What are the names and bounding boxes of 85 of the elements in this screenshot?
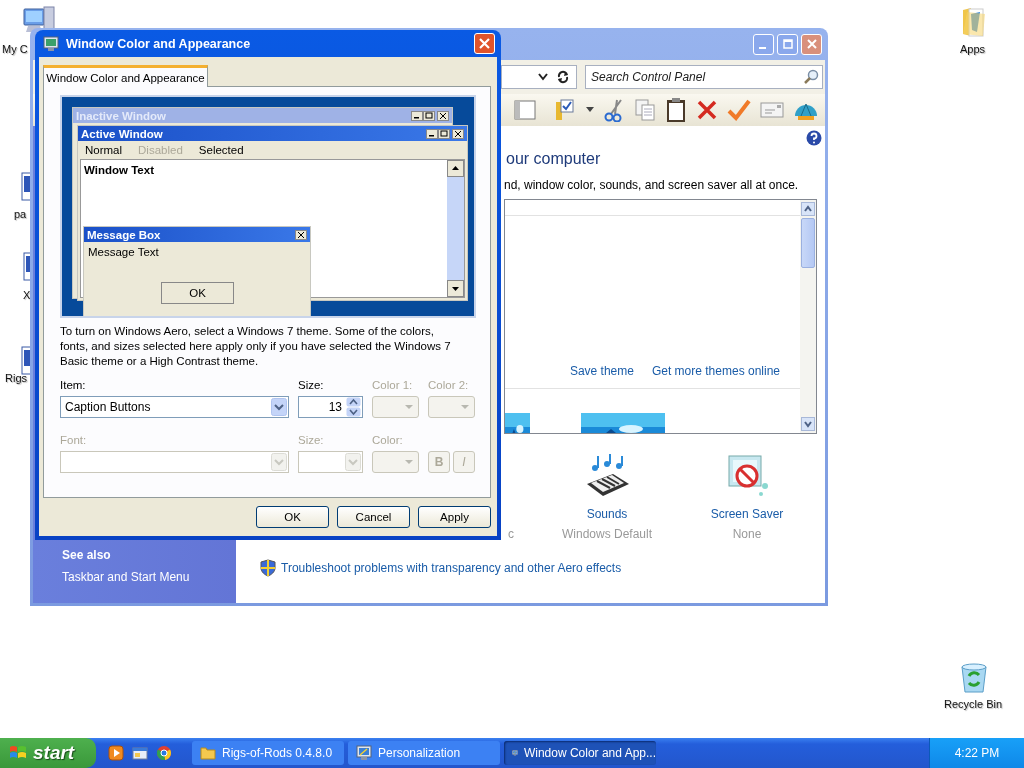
- scrollbar[interactable]: [800, 200, 816, 433]
- scroll-down-icon: [447, 280, 464, 297]
- dialog-button[interactable]: OK: [256, 506, 329, 528]
- close-icon: [295, 229, 307, 240]
- refresh-icon[interactable]: [556, 70, 570, 84]
- page-description: nd, window color, sounds, and screen saver all at once.: [504, 177, 800, 193]
- taskbar-button[interactable]: Personalization: [348, 741, 500, 765]
- scroll-up-icon: [447, 160, 464, 177]
- maximize-icon: [782, 39, 793, 49]
- minimize-icon: [758, 47, 766, 49]
- field-label: Size:: [298, 378, 325, 393]
- clock: 4:22 PM: [954, 746, 1000, 760]
- search-field[interactable]: Search Control Panel: [585, 65, 823, 89]
- address-field[interactable]: [501, 65, 577, 89]
- taskbar-button[interactable]: Rigs-of-Rods 0.4.8.0: [192, 741, 344, 765]
- folder-icon: [960, 6, 988, 38]
- description-text: To turn on Windows Aero, select a Windows 7 theme. Some of the colors, fonts, and sizes selected here apply only if you have selected the Windows 7 Basic theme or a High Contrast theme.: [60, 324, 452, 369]
- window-title: Message Box: [87, 228, 161, 241]
- monitor-icon: [356, 745, 372, 761]
- field-label: Size:: [298, 433, 325, 448]
- field-label: Item:: [60, 378, 87, 393]
- scrollbar-thumb[interactable]: [801, 218, 815, 268]
- dialog-button[interactable]: Apply: [418, 506, 491, 528]
- dialog-button[interactable]: Cancel: [337, 506, 410, 528]
- taskbar-link[interactable]: Taskbar and Start Menu: [62, 569, 236, 585]
- monitor-icon: [43, 35, 59, 52]
- search-icon[interactable]: [803, 69, 819, 85]
- field-label: Color:: [372, 433, 404, 448]
- page-heading: our computer: [506, 149, 602, 169]
- field-label: Font:: [60, 433, 88, 448]
- tab[interactable]: Window Color and Appearance: [43, 65, 208, 87]
- window-title: Inactive Window: [76, 109, 166, 122]
- setting-value: Windows Default: [561, 526, 652, 543]
- recycle-bin-icon: [958, 662, 990, 694]
- clipboard-icon[interactable]: [665, 97, 687, 123]
- shield-icon: [260, 559, 276, 577]
- desktop-icon-label[interactable]: Recycle Bin: [944, 698, 1003, 710]
- setting-link[interactable]: Sounds: [586, 505, 628, 523]
- field-label: Color 2:: [428, 378, 470, 393]
- scroll-up-icon[interactable]: [801, 202, 815, 216]
- folder-check-icon[interactable]: [553, 98, 577, 122]
- setting-value: None: [732, 526, 762, 543]
- circle-logo-icon[interactable]: [156, 745, 172, 761]
- delete-icon[interactable]: [696, 99, 718, 121]
- caption-buttons-icon: [426, 128, 464, 139]
- item-dropdown[interactable]: Caption Buttons: [60, 396, 289, 418]
- close-button[interactable]: [474, 33, 495, 54]
- desktop-icon-label[interactable]: Rigs: [5, 372, 27, 384]
- window-title: Active Window: [81, 127, 163, 140]
- menu-item: Disabled: [138, 143, 183, 157]
- media-player-icon[interactable]: [108, 745, 124, 761]
- spin-arrows-icon[interactable]: [346, 397, 361, 417]
- size-spinbox[interactable]: 13: [298, 396, 363, 418]
- scroll-down-icon[interactable]: [801, 417, 815, 431]
- taskbar-button[interactable]: Window Color and App...: [504, 741, 656, 765]
- close-icon: [806, 39, 817, 49]
- minimize-button[interactable]: [753, 33, 774, 55]
- desktop-icon-label[interactable]: Apps: [960, 43, 986, 55]
- scissors-icon[interactable]: [603, 98, 625, 122]
- help-icon[interactable]: [806, 130, 822, 146]
- message-text: Message Text: [87, 245, 160, 260]
- window-text: Window Text: [83, 163, 155, 178]
- maximize-button[interactable]: [777, 33, 798, 55]
- theme-link[interactable]: Get more themes online: [651, 364, 780, 378]
- desktop-icon-label[interactable]: My C: [2, 43, 28, 55]
- folder-icon: [200, 746, 216, 760]
- see-also-heading: See also: [62, 547, 112, 563]
- close-icon: [479, 38, 490, 49]
- panes-icon[interactable]: [514, 99, 536, 121]
- close-button[interactable]: [801, 33, 822, 55]
- setting-link[interactable]: Screen Saver: [710, 505, 784, 523]
- dialog-title: Window Color and Appearance: [66, 36, 252, 51]
- ok-button[interactable]: OK: [161, 282, 234, 304]
- setting-caption: c: [507, 526, 514, 543]
- desktop-icon-label[interactable]: X: [23, 289, 31, 301]
- theme-link[interactable]: Save theme: [569, 364, 634, 378]
- desktop-icon-label[interactable]: pa: [14, 208, 27, 220]
- field-label: Color 1:: [372, 378, 414, 393]
- card-icon[interactable]: [760, 101, 784, 119]
- checkmark-icon[interactable]: [727, 99, 751, 121]
- explorer-icon[interactable]: [132, 745, 148, 761]
- chevron-down-icon[interactable]: [538, 73, 548, 81]
- caption-buttons-icon: [411, 110, 449, 121]
- troubleshoot-link[interactable]: Troubleshoot problems with transparency and other Aero effects: [281, 561, 622, 575]
- caret-icon[interactable]: [586, 107, 594, 113]
